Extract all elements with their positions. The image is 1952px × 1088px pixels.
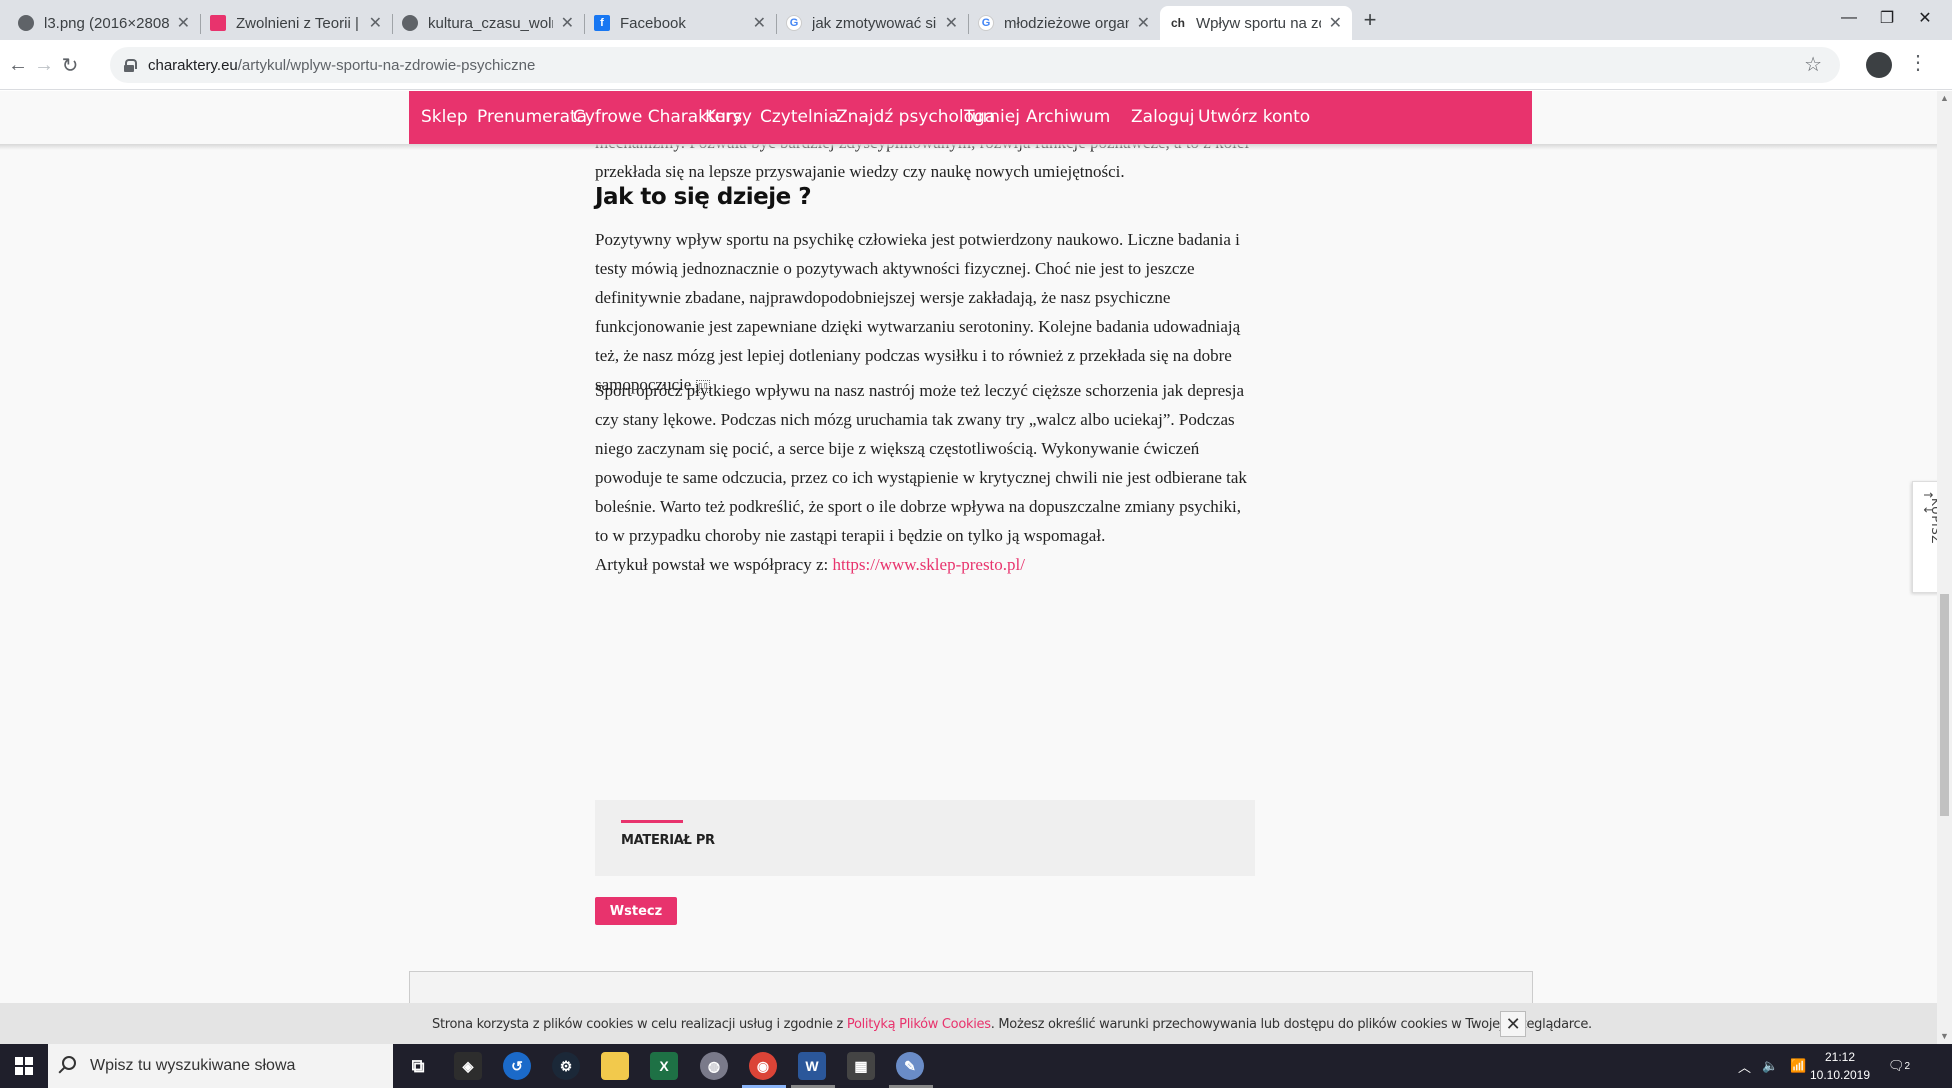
nav-item-czytelnia[interactable]: Czytelnia bbox=[760, 107, 839, 127]
task-view-icon[interactable]: ⧉ bbox=[404, 1052, 432, 1080]
search-icon bbox=[62, 1056, 76, 1070]
tab-title: jak zmotywować się do sportu - S bbox=[812, 14, 937, 32]
scroll-thumb[interactable] bbox=[1940, 594, 1949, 816]
volume-icon[interactable]: 🔈 bbox=[1762, 1044, 1778, 1088]
login-link[interactable]: Zaloguj bbox=[1131, 107, 1194, 127]
browser-toolbar: ← → ↻ charaktery.eu/artykul/wplyw-sportu… bbox=[0, 40, 1952, 90]
tab-title: l3.png (2016×2808) bbox=[44, 14, 169, 32]
close-icon[interactable]: ✕ bbox=[1137, 13, 1150, 33]
site-navigation: Sklep Prenumerata Cyfrowe Charaktery Kur… bbox=[409, 91, 1532, 144]
tab-title: Facebook bbox=[620, 14, 686, 32]
taskbar-search[interactable]: Wpisz tu wyszukiwane słowa bbox=[48, 1044, 393, 1088]
bookmark-star-icon[interactable]: ☆ bbox=[1804, 52, 1822, 77]
kebab-menu-icon[interactable]: ⋮ bbox=[1908, 50, 1928, 75]
facebook-icon: f bbox=[594, 15, 610, 31]
clock-date: 10.10.2019 bbox=[1809, 1068, 1871, 1082]
scroll-up-icon[interactable]: ▲ bbox=[1940, 93, 1949, 103]
close-icon[interactable]: ✕ bbox=[753, 13, 766, 33]
pr-label: MATERIAŁ PR bbox=[621, 833, 715, 848]
scroll-down-icon[interactable]: ▼ bbox=[1940, 1031, 1949, 1041]
shield-app-icon[interactable]: ◍ bbox=[700, 1052, 728, 1080]
cookie-text: Strona korzysta z plików cookies w celu … bbox=[432, 1017, 1592, 1032]
article-coop-line: Artykuł powstał we współpracy z: https:/… bbox=[595, 550, 1255, 579]
article-paragraph: Sport oprócz płytkiego wpływu na nasz na… bbox=[595, 376, 1255, 550]
new-tab-button[interactable]: + bbox=[1356, 6, 1384, 34]
browser-tab-1[interactable]: l3.png (2016×2808) ✕ bbox=[8, 6, 200, 40]
tab-strip: l3.png (2016×2808) ✕ Zwolnieni z Teorii … bbox=[0, 0, 1952, 40]
google-icon: G bbox=[978, 15, 994, 31]
search-placeholder: Wpisz tu wyszukiwane słowa bbox=[90, 1057, 296, 1074]
url-host: charaktery.eu bbox=[148, 56, 238, 74]
windows-start-icon[interactable] bbox=[0, 1044, 48, 1088]
google-icon: G bbox=[786, 15, 802, 31]
back-button[interactable]: Wstecz bbox=[595, 897, 677, 925]
close-window-icon[interactable]: ✕ bbox=[1902, 4, 1948, 32]
clock-time: 21:12 bbox=[1824, 1050, 1856, 1064]
notification-count: 2 bbox=[1904, 1060, 1911, 1072]
zzt-icon bbox=[210, 15, 226, 31]
close-icon[interactable]: ✕ bbox=[561, 13, 574, 33]
word-icon[interactable]: W bbox=[798, 1052, 826, 1080]
nav-item-prenumerata[interactable]: Prenumerata bbox=[477, 107, 587, 127]
address-bar[interactable]: charaktery.eu/artykul/wplyw-sportu-na-zd… bbox=[110, 47, 1840, 83]
nav-item-kursy[interactable]: Kursy bbox=[705, 107, 752, 127]
excel-icon[interactable]: X bbox=[650, 1052, 678, 1080]
globe-icon bbox=[402, 15, 418, 31]
file-explorer-icon[interactable] bbox=[601, 1052, 629, 1080]
pr-accent-line bbox=[621, 820, 683, 823]
paragraph-text: Pozytywny wpływ sportu na psychikę człow… bbox=[595, 230, 1241, 394]
globe-icon bbox=[18, 15, 34, 31]
browser-tab-6[interactable]: G młodzieżowe organizacje sporto ✕ bbox=[968, 6, 1160, 40]
reload-icon[interactable]: ↻ bbox=[56, 51, 84, 79]
sync-app-icon[interactable]: ↺ bbox=[503, 1052, 531, 1080]
url-path: /artykul/wplyw-sportu-na-zdrowie-psychic… bbox=[237, 56, 536, 74]
pr-material-box: MATERIAŁ PR bbox=[595, 800, 1255, 876]
browser-tab-7-active[interactable]: ch Wpływ sportu na zdrowie psychic ✕ bbox=[1160, 6, 1352, 40]
tab-title: Zwolnieni z Teorii | bbox=[236, 14, 359, 32]
tab-title: młodzieżowe organizacje sporto bbox=[1004, 14, 1129, 32]
partner-link[interactable]: https://www.sklep-presto.pl/ bbox=[832, 555, 1025, 574]
article-paragraph: Pozytywny wpływ sportu na psychikę człow… bbox=[595, 225, 1255, 399]
coop-prefix: Artykuł powstał we współpracy z: bbox=[595, 555, 833, 574]
game-app-icon[interactable]: ◈ bbox=[454, 1052, 482, 1080]
paint-icon[interactable]: ✎ bbox=[896, 1052, 924, 1080]
browser-tab-4[interactable]: f Facebook ✕ bbox=[584, 6, 776, 40]
paragraph-text: Sport oprócz płytkiego wpływu na nasz na… bbox=[595, 381, 1247, 545]
cookie-banner: Strona korzysta z plików cookies w celu … bbox=[0, 1003, 1937, 1044]
close-icon[interactable]: ✕ bbox=[945, 13, 958, 33]
charaktery-icon: ch bbox=[1170, 15, 1186, 31]
register-link[interactable]: Utwórz konto bbox=[1198, 107, 1310, 127]
back-arrow-icon[interactable]: ← bbox=[4, 51, 32, 79]
forward-arrow-icon[interactable]: → bbox=[30, 51, 58, 79]
article-heading: Jak to się dzieje ? bbox=[595, 184, 812, 210]
nav-shadow bbox=[0, 144, 1940, 150]
calculator-icon[interactable]: ▦ bbox=[847, 1052, 875, 1080]
notifications-icon[interactable]: 🗨 2 bbox=[1888, 1044, 1910, 1088]
browser-tab-3[interactable]: kultura_czasu_wolnego_we_wspc ✕ bbox=[392, 6, 584, 40]
tray-chevron-icon[interactable]: ︿ bbox=[1738, 1044, 1751, 1088]
close-icon[interactable]: ✕ bbox=[177, 13, 190, 33]
close-icon[interactable]: ✕ bbox=[369, 13, 382, 33]
windows-taskbar: Wpisz tu wyszukiwane słowa ⧉ ◈ ↺ ⚙ X ◍ ◉… bbox=[0, 1044, 1952, 1088]
chrome-icon[interactable]: ◉ bbox=[749, 1052, 777, 1080]
close-icon[interactable]: ✕ bbox=[1329, 13, 1342, 33]
cookie-close-button[interactable]: ✕ bbox=[1500, 1011, 1526, 1037]
nav-item-archiwum[interactable]: Archiwum bbox=[1026, 107, 1110, 127]
tab-title: kultura_czasu_wolnego_we_wspc bbox=[428, 14, 553, 32]
page-viewport: ▯Oprócz bezpośredniego zwiększenia dobre… bbox=[0, 91, 1952, 1044]
tab-title: Wpływ sportu na zdrowie psychic bbox=[1196, 14, 1321, 32]
steam-icon[interactable]: ⚙ bbox=[552, 1052, 580, 1080]
profile-avatar[interactable] bbox=[1866, 52, 1892, 78]
browser-tab-2[interactable]: Zwolnieni z Teorii | ✕ bbox=[200, 6, 392, 40]
side-tab-label: ↑ TU KUPISZ ↓ bbox=[1921, 490, 1952, 544]
system-clock[interactable]: 21:12 10.10.2019 bbox=[1800, 1048, 1880, 1084]
lock-icon bbox=[124, 59, 137, 72]
page-scrollbar[interactable]: ▲ ▼ bbox=[1937, 91, 1952, 1044]
browser-tab-5[interactable]: G jak zmotywować się do sportu - S ✕ bbox=[776, 6, 968, 40]
nav-item-turniej[interactable]: Turniej bbox=[964, 107, 1020, 127]
nav-item-sklep[interactable]: Sklep bbox=[421, 107, 468, 127]
cookie-policy-link[interactable]: Polityką Plików Cookies bbox=[847, 1017, 991, 1032]
cookie-text-before: Strona korzysta z plików cookies w celu … bbox=[432, 1017, 847, 1032]
